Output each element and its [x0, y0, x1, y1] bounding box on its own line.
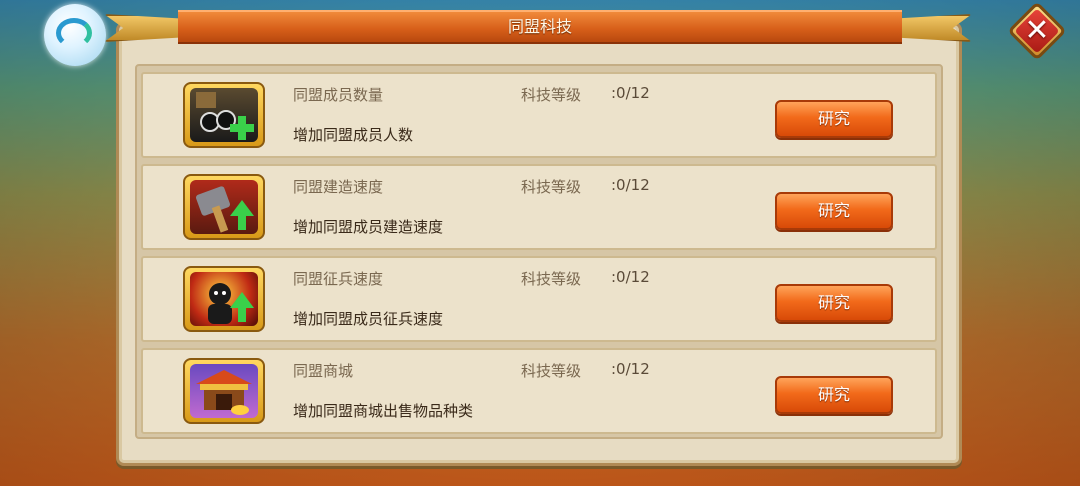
research-button[interactable]: 研究: [775, 284, 893, 322]
close-button[interactable]: ✕: [1004, 1, 1072, 61]
tech-name: 同盟成员数量: [293, 86, 384, 104]
tech-level-label: 科技等级: [521, 362, 582, 380]
tech-level-label: 科技等级: [521, 86, 582, 104]
soldier-recruit-icon: [183, 266, 265, 332]
list-item: 同盟商城 科技等级 :0/12 增加同盟商城出售物品种类 研究: [141, 348, 937, 434]
tech-level-label: 科技等级: [521, 178, 582, 196]
page-title: 同盟科技: [507, 17, 572, 36]
list-item: 同盟征兵速度 科技等级 :0/12 增加同盟成员征兵速度 研究: [141, 256, 937, 342]
tech-description: 增加同盟成员征兵速度: [293, 310, 444, 328]
shop-building-icon: [183, 358, 265, 424]
close-icon: ✕: [1024, 13, 1050, 48]
research-button[interactable]: 研究: [775, 376, 893, 414]
list-item: 同盟建造速度 科技等级 :0/12 增加同盟成员建造速度 研究: [141, 164, 937, 250]
tech-level-value: :0/12: [611, 84, 650, 102]
tech-level-value: :0/12: [611, 176, 650, 194]
tech-name: 同盟商城: [293, 362, 354, 380]
research-button[interactable]: 研究: [775, 192, 893, 230]
hammer-build-icon: [183, 174, 265, 240]
list-item: 同盟成员数量 科技等级 :0/12 增加同盟成员人数 研究: [141, 72, 937, 158]
tech-name: 同盟建造速度: [293, 178, 384, 196]
game-logo-icon[interactable]: [44, 4, 106, 66]
tech-description: 增加同盟成员人数: [293, 126, 414, 144]
tech-level-value: :0/12: [611, 268, 650, 286]
tech-level-value: :0/12: [611, 360, 650, 378]
tech-description: 增加同盟商城出售物品种类: [293, 402, 474, 420]
tech-name: 同盟征兵速度: [293, 270, 384, 288]
tech-description: 增加同盟成员建造速度: [293, 218, 444, 236]
tech-level-label: 科技等级: [521, 270, 582, 288]
research-button[interactable]: 研究: [775, 100, 893, 138]
members-plus-icon: [183, 82, 265, 148]
